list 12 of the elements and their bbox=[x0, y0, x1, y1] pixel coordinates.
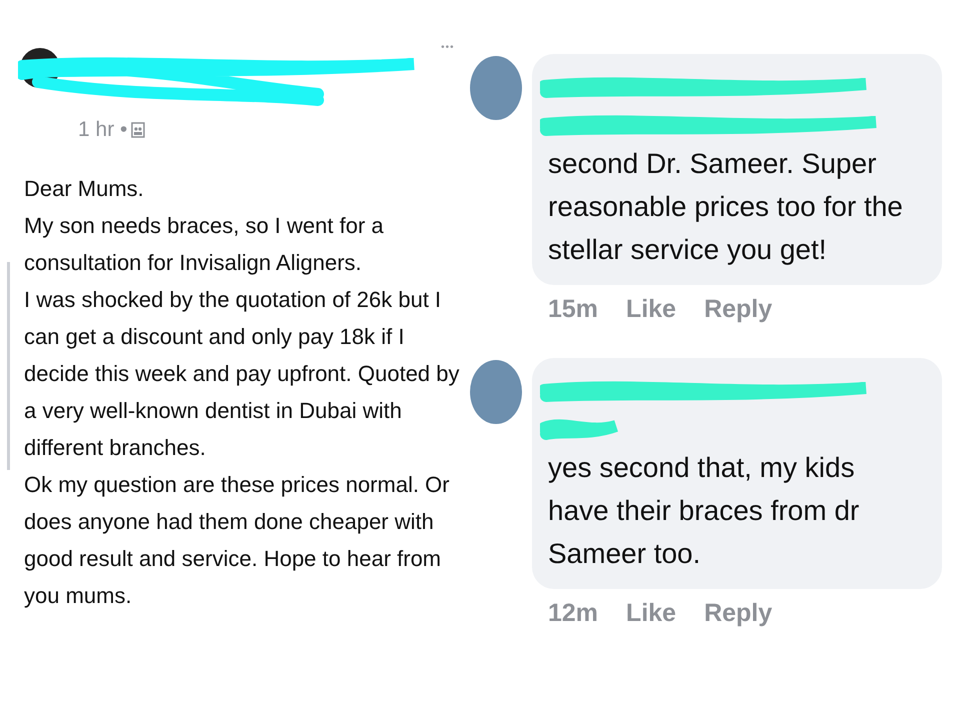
more-icon[interactable]: ••• bbox=[441, 42, 455, 53]
group-icon bbox=[131, 122, 146, 138]
post-time: 1 hr • bbox=[78, 118, 128, 142]
comment-action-link[interactable]: Reply bbox=[704, 599, 772, 628]
comment-time: 15m bbox=[548, 295, 598, 324]
comment-action-link[interactable]: Reply bbox=[704, 295, 772, 324]
comment-text: second Dr. Sameer. Super reasonable prices too for the stellar service you get! bbox=[548, 147, 904, 267]
comment-text: yes second that, my kids have their braces from dr Sameer too. bbox=[548, 451, 860, 571]
post-text: Dear Mums. My son needs braces, so I went for a consultation for Invisalign Aligners. I was shocked by the quotation of 26k but I can get a discount and only pay 18k if I decide this week and pay upfront. Quoted by a very well-known dentist in Dubai with different branches. Ok my question are these prices normal. Or does anyone had them done cheaper with good result and service. Hope to hear from you mums. bbox=[24, 175, 460, 610]
comment-time: 12m bbox=[548, 599, 598, 628]
comment-action-link[interactable]: Like bbox=[626, 295, 676, 324]
comment-action-link[interactable]: Like bbox=[626, 599, 676, 628]
